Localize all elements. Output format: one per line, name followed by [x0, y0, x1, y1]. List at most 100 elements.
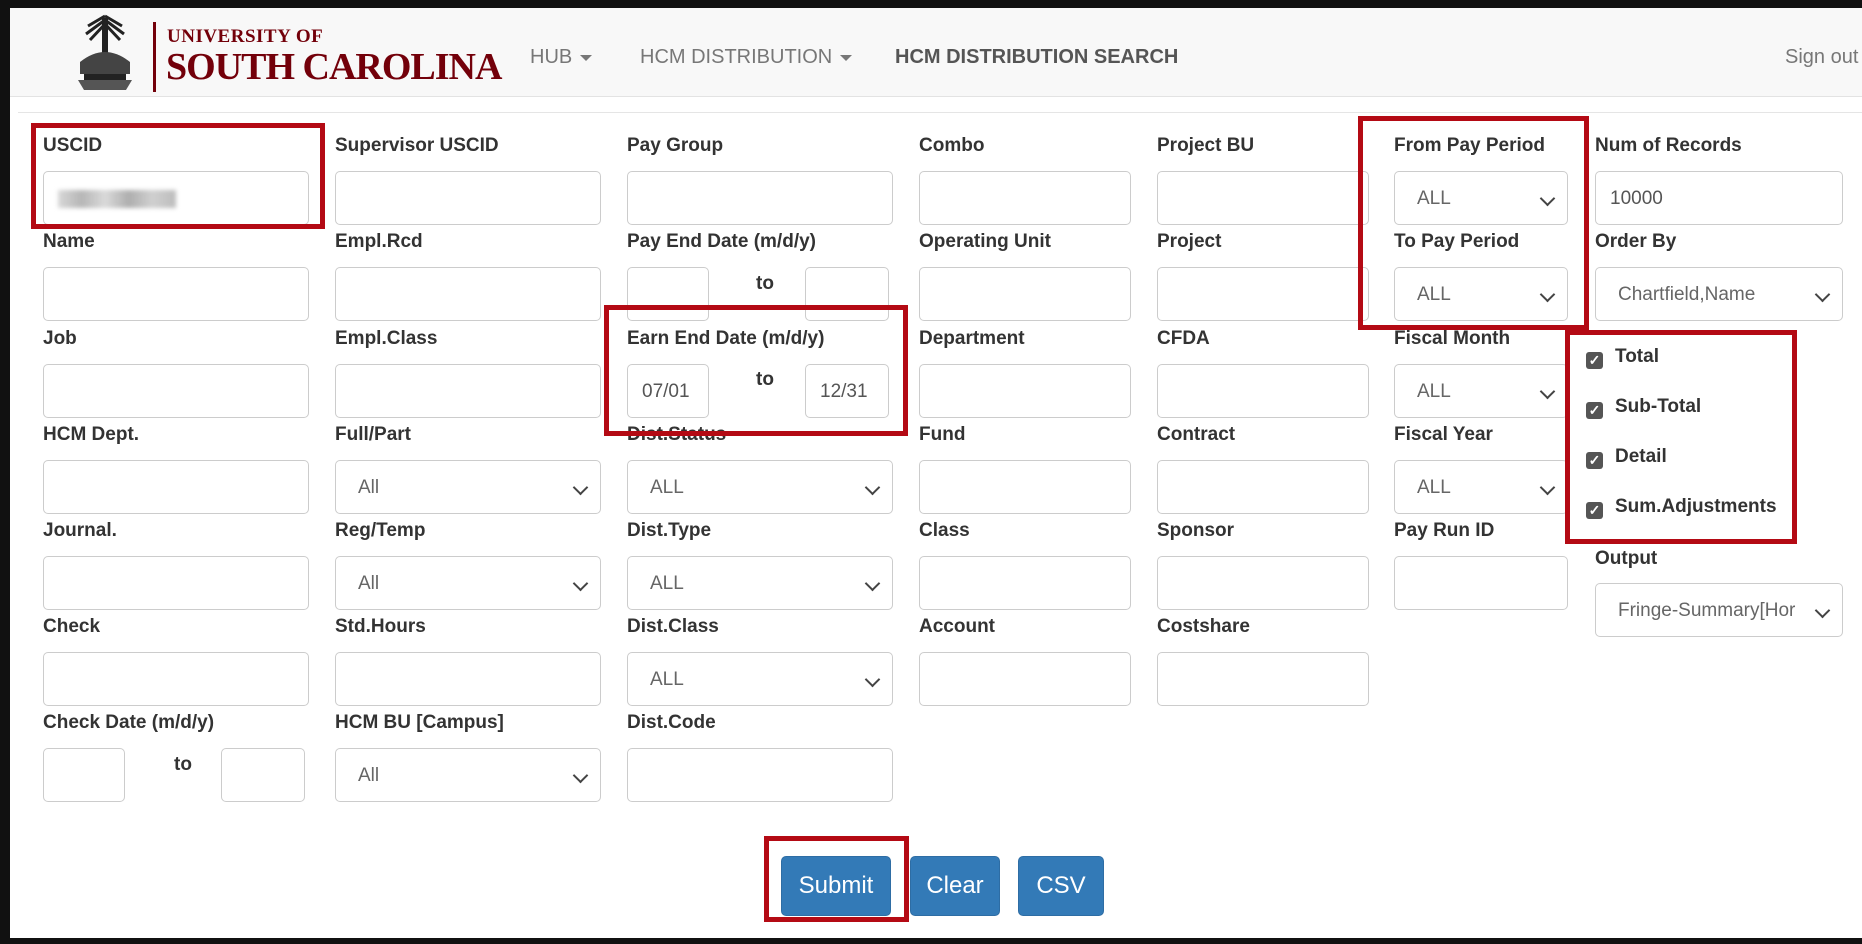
- logo-divider: [153, 22, 156, 92]
- pay-group-input[interactable]: [627, 171, 893, 225]
- operating-unit-input[interactable]: [919, 267, 1131, 321]
- chevron-down-icon: [864, 479, 881, 496]
- project-label: Project: [1157, 231, 1222, 252]
- class-label: Class: [919, 520, 970, 541]
- pay-end-date-to-label: to: [756, 273, 774, 294]
- sign-out-link[interactable]: Sign out: [1785, 46, 1858, 69]
- reg-temp-value: All: [358, 573, 380, 594]
- num-records-input[interactable]: 10000: [1595, 171, 1843, 225]
- hcm-dept-label: HCM Dept.: [43, 424, 140, 445]
- hcm-dept-input[interactable]: [43, 460, 309, 514]
- fiscal-month-label: Fiscal Month: [1394, 328, 1511, 349]
- check-date-to-input[interactable]: [221, 748, 305, 802]
- contract-input[interactable]: [1157, 460, 1369, 514]
- hcm-bu-select[interactable]: All: [335, 748, 601, 802]
- supervisor-uscid-label: Supervisor USCID: [335, 135, 499, 156]
- chevron-down-icon: [864, 671, 881, 688]
- reg-temp-select[interactable]: All: [335, 556, 601, 610]
- sponsor-input[interactable]: [1157, 556, 1369, 610]
- hcm-bu-label: HCM BU [Campus]: [335, 712, 504, 733]
- chevron-down-icon: [840, 54, 853, 61]
- output-select[interactable]: Fringe-Summary[Hor: [1595, 583, 1843, 637]
- nav-hub-label: HUB: [530, 46, 573, 68]
- dist-status-select[interactable]: ALL: [627, 460, 893, 514]
- hcm-bu-value: All: [358, 765, 380, 786]
- fund-input[interactable]: [919, 460, 1131, 514]
- nav-hcm-distribution-search[interactable]: HCM DISTRIBUTION SEARCH: [895, 46, 1178, 69]
- journal-label: Journal.: [43, 520, 117, 541]
- dist-code-input[interactable]: [627, 748, 893, 802]
- logo-text-main: SOUTH CAROLINA: [166, 46, 502, 88]
- costshare-input[interactable]: [1157, 652, 1369, 706]
- job-label: Job: [43, 328, 77, 349]
- chevron-down-icon: [572, 575, 589, 592]
- cfda-input[interactable]: [1157, 364, 1369, 418]
- annotation-box-uscid: [31, 123, 325, 229]
- fiscal-year-select[interactable]: ALL: [1394, 460, 1568, 514]
- full-part-label: Full/Part: [335, 424, 412, 445]
- account-input[interactable]: [919, 652, 1131, 706]
- supervisor-uscid-input[interactable]: [335, 171, 601, 225]
- fiscal-month-select[interactable]: ALL: [1394, 364, 1568, 418]
- fund-label: Fund: [919, 424, 966, 445]
- name-input[interactable]: [43, 267, 309, 321]
- project-input[interactable]: [1157, 267, 1369, 321]
- chevron-down-icon: [572, 479, 589, 496]
- department-label: Department: [919, 328, 1025, 349]
- check-input[interactable]: [43, 652, 309, 706]
- empl-rcd-input[interactable]: [335, 267, 601, 321]
- check-date-from-input[interactable]: [43, 748, 125, 802]
- nav-hub[interactable]: HUB: [530, 46, 593, 69]
- job-input[interactable]: [43, 364, 309, 418]
- contract-label: Contract: [1157, 424, 1236, 445]
- std-hours-input[interactable]: [335, 652, 601, 706]
- project-bu-input[interactable]: [1157, 171, 1369, 225]
- journal-input[interactable]: [43, 556, 309, 610]
- dist-class-label: Dist.Class: [627, 616, 719, 637]
- empl-class-label: Empl.Class: [335, 328, 438, 349]
- num-records-label: Num of Records: [1595, 135, 1742, 156]
- top-navbar: UNIVERSITY OF SOUTH CAROLINA HUB HCM DIS…: [10, 8, 1862, 97]
- class-input[interactable]: [919, 556, 1131, 610]
- output-value: Fringe-Summary[Hor: [1618, 600, 1796, 621]
- name-label: Name: [43, 231, 95, 252]
- dist-code-label: Dist.Code: [627, 712, 716, 733]
- chevron-down-icon: [1539, 383, 1556, 400]
- dist-status-value: ALL: [650, 477, 684, 498]
- account-label: Account: [919, 616, 995, 637]
- nav-hcm-distribution[interactable]: HCM DISTRIBUTION: [640, 46, 853, 69]
- combo-input[interactable]: [919, 171, 1131, 225]
- dist-type-select[interactable]: ALL: [627, 556, 893, 610]
- chevron-down-icon: [864, 575, 881, 592]
- clear-button[interactable]: Clear: [910, 856, 1000, 916]
- sponsor-label: Sponsor: [1157, 520, 1235, 541]
- cfda-label: CFDA: [1157, 328, 1210, 349]
- dist-type-label: Dist.Type: [627, 520, 712, 541]
- annotation-box-earn-end-date: [604, 305, 908, 436]
- dist-class-select[interactable]: ALL: [627, 652, 893, 706]
- annotation-box-submit: [764, 836, 909, 922]
- nav-hcm-distribution-label: HCM DISTRIBUTION: [640, 46, 833, 68]
- order-by-value: Chartfield,Name: [1618, 284, 1756, 305]
- pay-end-date-label: Pay End Date (m/d/y): [627, 231, 816, 252]
- order-by-select[interactable]: Chartfield,Name: [1595, 267, 1843, 321]
- empl-rcd-label: Empl.Rcd: [335, 231, 423, 252]
- fiscal-year-label: Fiscal Year: [1394, 424, 1493, 445]
- divider: [18, 112, 1862, 113]
- chevron-down-icon: [1539, 479, 1556, 496]
- annotation-box-pay-period: [1358, 116, 1589, 330]
- university-seal-icon: [78, 14, 132, 90]
- project-bu-label: Project BU: [1157, 135, 1255, 156]
- department-input[interactable]: [919, 364, 1131, 418]
- check-label: Check: [43, 616, 101, 637]
- pay-run-id-label: Pay Run ID: [1394, 520, 1495, 541]
- output-label: Output: [1595, 548, 1658, 569]
- operating-unit-label: Operating Unit: [919, 231, 1051, 252]
- std-hours-label: Std.Hours: [335, 616, 426, 637]
- pay-run-id-input[interactable]: [1394, 556, 1568, 610]
- combo-label: Combo: [919, 135, 985, 156]
- chevron-down-icon: [580, 54, 593, 61]
- full-part-select[interactable]: All: [335, 460, 601, 514]
- csv-button[interactable]: CSV: [1018, 856, 1104, 916]
- empl-class-input[interactable]: [335, 364, 601, 418]
